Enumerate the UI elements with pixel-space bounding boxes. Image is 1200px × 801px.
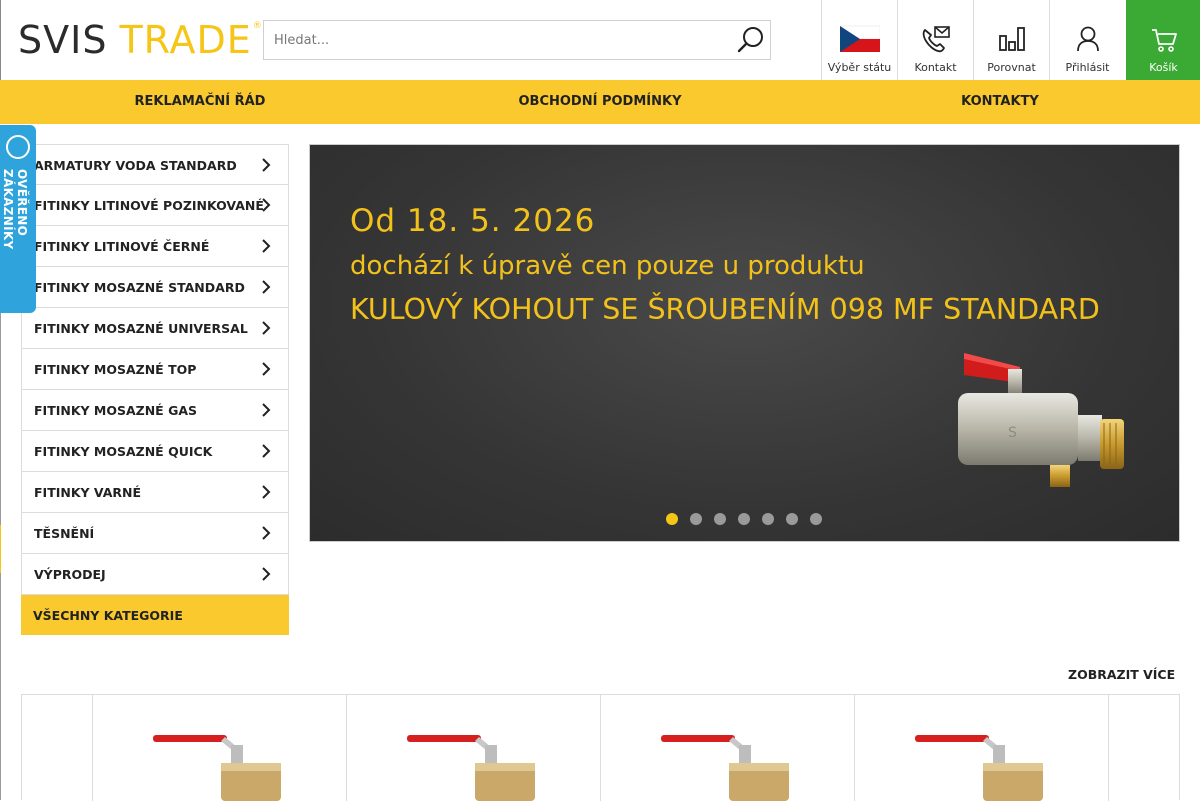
slider-dot[interactable] (666, 513, 678, 525)
slider-dots (666, 513, 822, 525)
product-valve-image (153, 735, 281, 801)
show-more-link[interactable]: ZOBRAZIT VÍCE (1068, 667, 1175, 682)
search-button[interactable] (736, 25, 766, 55)
category-label: FITINKY MOSAZNÉ UNIVERSAL (34, 321, 248, 336)
product-valve-image (407, 735, 535, 801)
compare-button[interactable]: Porovnat (973, 0, 1049, 80)
heureka-seal-icon (6, 135, 30, 159)
category-label: FITINKY MOSAZNÉ QUICK (34, 444, 213, 459)
country-select-label: Výběr státu (827, 61, 892, 74)
category-label: FITINKY VARNÉ (34, 485, 142, 500)
product-card-partial[interactable] (1108, 695, 1180, 801)
side-accent-mark (0, 525, 1, 573)
search-input[interactable] (264, 21, 734, 59)
category-item[interactable]: FITINKY LITINOVÉ POZINKOVANÉ (21, 185, 289, 226)
slider-dot[interactable] (738, 513, 750, 525)
nav-terms[interactable]: OBCHODNÍ PODMÍNKY (400, 80, 800, 124)
banner-product-text: KULOVÝ KOHOUT SE ŠROUBENÍM 098 MF STANDA… (350, 293, 1100, 326)
banner-subtitle-text: dochází k úpravě cen pouze u produktu (350, 251, 865, 281)
cart-label: Košík (1149, 61, 1178, 74)
contact-label: Kontakt (914, 61, 957, 74)
login-button[interactable]: Přihlásit (1049, 0, 1125, 80)
logo-text-trade: TRADE (119, 18, 252, 62)
category-item[interactable]: FITINKY MOSAZNÉ QUICK (21, 431, 289, 472)
product-card[interactable] (346, 695, 600, 801)
product-card[interactable] (854, 695, 1108, 801)
chevron-right-icon (262, 526, 271, 540)
chevron-right-icon (262, 362, 271, 376)
category-item[interactable]: VÝPRODEJ (21, 554, 289, 595)
slider-dot[interactable] (690, 513, 702, 525)
promo-banner[interactable]: Od 18. 5. 2026 dochází k úpravě cen pouz… (309, 144, 1180, 542)
category-label: FITINKY MOSAZNÉ TOP (34, 362, 197, 377)
slider-dot[interactable] (762, 513, 774, 525)
all-categories-button[interactable]: VŠECHNY KATEGORIE (21, 595, 289, 635)
svg-text:S: S (1008, 425, 1017, 441)
chevron-right-icon (262, 198, 271, 212)
category-item[interactable]: ARMATURY VODA STANDARD (21, 144, 289, 185)
chevron-right-icon (262, 158, 271, 172)
product-carousel (21, 694, 1180, 801)
all-categories-label: VŠECHNY KATEGORIE (33, 608, 183, 623)
chevron-right-icon (262, 485, 271, 499)
banner-date-text: Od 18. 5. 2026 (350, 203, 596, 239)
category-label: FITINKY LITINOVÉ POZINKOVANÉ (34, 198, 264, 213)
category-item[interactable]: TĚSNĚNÍ (21, 513, 289, 554)
contact-button[interactable]: Kontakt (897, 0, 973, 80)
slider-dot[interactable] (786, 513, 798, 525)
category-label: FITINKY MOSAZNÉ STANDARD (34, 280, 245, 295)
logo[interactable]: SVIS TRADE ® (18, 20, 263, 60)
compare-label: Porovnat (987, 61, 1036, 74)
user-icon (1076, 26, 1099, 52)
chevron-right-icon (262, 444, 271, 458)
nav-complaints[interactable]: REKLAMAČNÍ ŘÁD (0, 80, 400, 124)
search-icon (737, 27, 763, 53)
category-label: ARMATURY VODA STANDARD (34, 158, 237, 173)
main-nav: REKLAMAČNÍ ŘÁD OBCHODNÍ PODMÍNKY KONTAKT… (0, 80, 1200, 124)
chevron-right-icon (262, 321, 271, 335)
cart-button[interactable]: Košík (1126, 0, 1200, 80)
chevron-right-icon (262, 567, 271, 581)
slider-dot[interactable] (714, 513, 726, 525)
product-valve-image (661, 735, 789, 801)
product-valve-image (915, 735, 1043, 801)
logo-text-svis: SVIS (18, 18, 108, 62)
czech-flag-icon (839, 25, 880, 52)
chevron-right-icon (262, 403, 271, 417)
search-box (263, 20, 771, 60)
verified-badge-text: OVĚŘENO ZÁKAZNÍKY (1, 169, 29, 250)
category-item[interactable]: FITINKY MOSAZNÉ TOP (21, 349, 289, 390)
country-select-button[interactable]: Výběr státu (821, 0, 897, 80)
chevron-right-icon (262, 280, 271, 294)
category-label: FITINKY MOSAZNÉ GAS (34, 403, 198, 418)
slider-dot[interactable] (810, 513, 822, 525)
category-label: TĚSNĚNÍ (34, 526, 95, 541)
verified-by-customers-badge[interactable]: OVĚŘENO ZÁKAZNÍKY (0, 125, 36, 313)
logo-registered-mark: ® (252, 21, 263, 31)
category-item[interactable]: FITINKY MOSAZNÉ STANDARD (21, 267, 289, 308)
cart-icon (1151, 29, 1177, 52)
phone-mail-icon (922, 26, 950, 53)
category-item[interactable]: FITINKY VARNÉ (21, 472, 289, 513)
product-card[interactable] (92, 695, 346, 801)
category-label: FITINKY LITINOVÉ ČERNÉ (34, 239, 210, 254)
site-header: SVIS TRADE ® Výběr státu (0, 0, 1200, 80)
category-item[interactable]: FITINKY MOSAZNÉ UNIVERSAL (21, 308, 289, 349)
category-item[interactable]: FITINKY MOSAZNÉ GAS (21, 390, 289, 431)
category-label: VÝPRODEJ (34, 567, 106, 582)
compare-bars-icon (998, 27, 1025, 51)
product-card[interactable] (600, 695, 854, 801)
chevron-right-icon (262, 239, 271, 253)
nav-contacts[interactable]: KONTAKTY (800, 80, 1200, 124)
ball-valve-image: S (958, 353, 1124, 487)
login-label: Přihlásit (1065, 61, 1110, 74)
category-item[interactable]: FITINKY LITINOVÉ ČERNÉ (21, 226, 289, 267)
